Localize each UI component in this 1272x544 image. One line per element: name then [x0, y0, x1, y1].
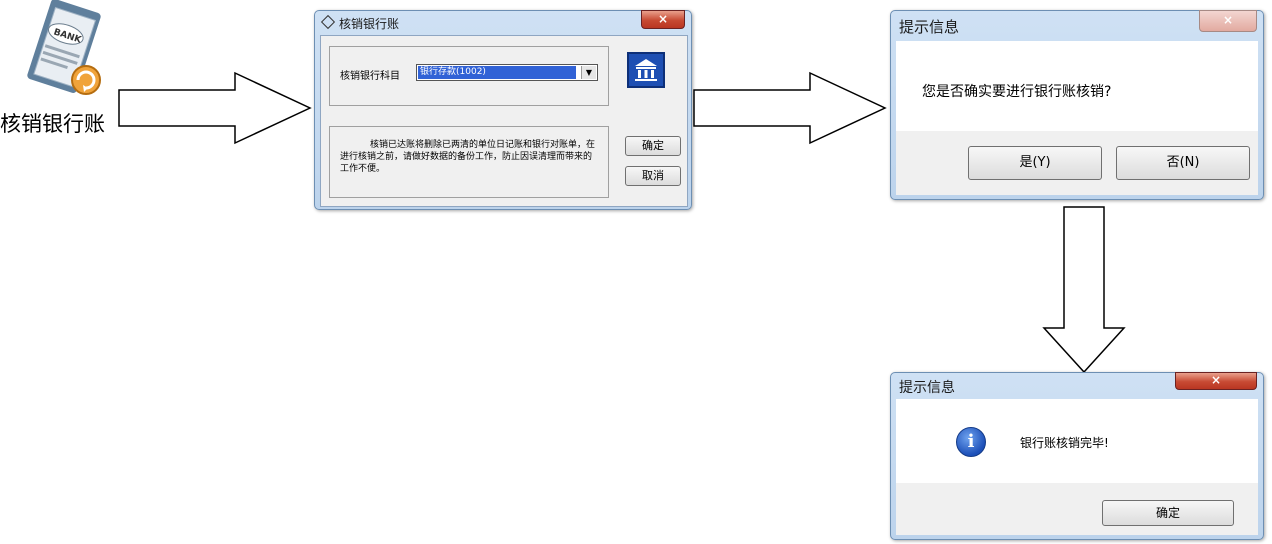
subject-select-value: 银行存款(1002): [418, 66, 576, 79]
dialog-message-area: i 银行账核销完毕!: [896, 399, 1258, 483]
dialog-body: 您是否确实要进行银行账核销? 是(Y) 否(N): [896, 41, 1258, 195]
close-button[interactable]: ×: [1175, 372, 1257, 390]
no-button[interactable]: 否(N): [1116, 146, 1250, 180]
title-bar: 提示信息 ×: [891, 10, 1263, 39]
bank-building-icon: [627, 52, 665, 88]
close-button[interactable]: ×: [1199, 10, 1257, 32]
dialog-body: i 银行账核销完毕! 确定: [896, 399, 1258, 535]
dialog-title: 提示信息: [899, 380, 955, 396]
dialog-title: 提示信息: [899, 18, 960, 36]
done-message: 银行账核销完毕!: [1020, 436, 1109, 450]
yes-button[interactable]: 是(Y): [968, 146, 1102, 180]
title-bar: 提示信息 ×: [891, 372, 1263, 397]
shortcut-label: 核销银行账: [0, 112, 105, 136]
flow-arrow-right: [118, 71, 312, 145]
dialog-message-area: 您是否确实要进行银行账核销?: [896, 41, 1258, 131]
ok-button[interactable]: 确定: [625, 136, 681, 156]
confirm-dialog: 提示信息 × 您是否确实要进行银行账核销? 是(Y) 否(N): [890, 10, 1264, 200]
chevron-down-icon[interactable]: ▼: [581, 66, 596, 79]
dialog-title: 核销银行账: [320, 14, 399, 32]
close-button[interactable]: ×: [641, 10, 685, 29]
notice-group: 核销已达账将删除已两清的单位日记账和银行对账单，在进行核销之前，请做好数据的备份…: [329, 126, 609, 198]
confirm-message: 您是否确实要进行银行账核销?: [922, 84, 1112, 100]
dialog-body: 核销银行科目 银行存款(1002) ▼ 核销已达账将删除已两清的单位日记账和银行…: [320, 35, 688, 207]
flow-arrow-right: [693, 71, 887, 145]
subject-group: 核销银行科目 银行存款(1002) ▼: [329, 46, 609, 106]
info-icon: i: [956, 427, 986, 457]
notice-text: 核销已达账将删除已两清的单位日记账和银行对账单，在进行核销之前，请做好数据的备份…: [340, 140, 596, 174]
bank-document-icon: BANK: [14, 0, 110, 104]
diamond-icon: [320, 14, 336, 30]
done-dialog: 提示信息 × i 银行账核销完毕! 确定: [890, 372, 1264, 540]
bank-reconcile-shortcut[interactable]: BANK 核销银行账: [0, 0, 112, 150]
flow-arrow-down: [1042, 206, 1126, 374]
cancel-button[interactable]: 取消: [625, 166, 681, 186]
subject-label: 核销银行科目: [340, 71, 400, 82]
subject-select[interactable]: 银行存款(1002) ▼: [416, 64, 598, 81]
ok-button[interactable]: 确定: [1102, 500, 1234, 526]
title-bar: 核销银行账 ×: [315, 10, 691, 35]
reconcile-dialog: 核销银行账 × 核销银行科目 银行存款(1002) ▼ 核销已达账将删除已两清的…: [314, 10, 692, 210]
